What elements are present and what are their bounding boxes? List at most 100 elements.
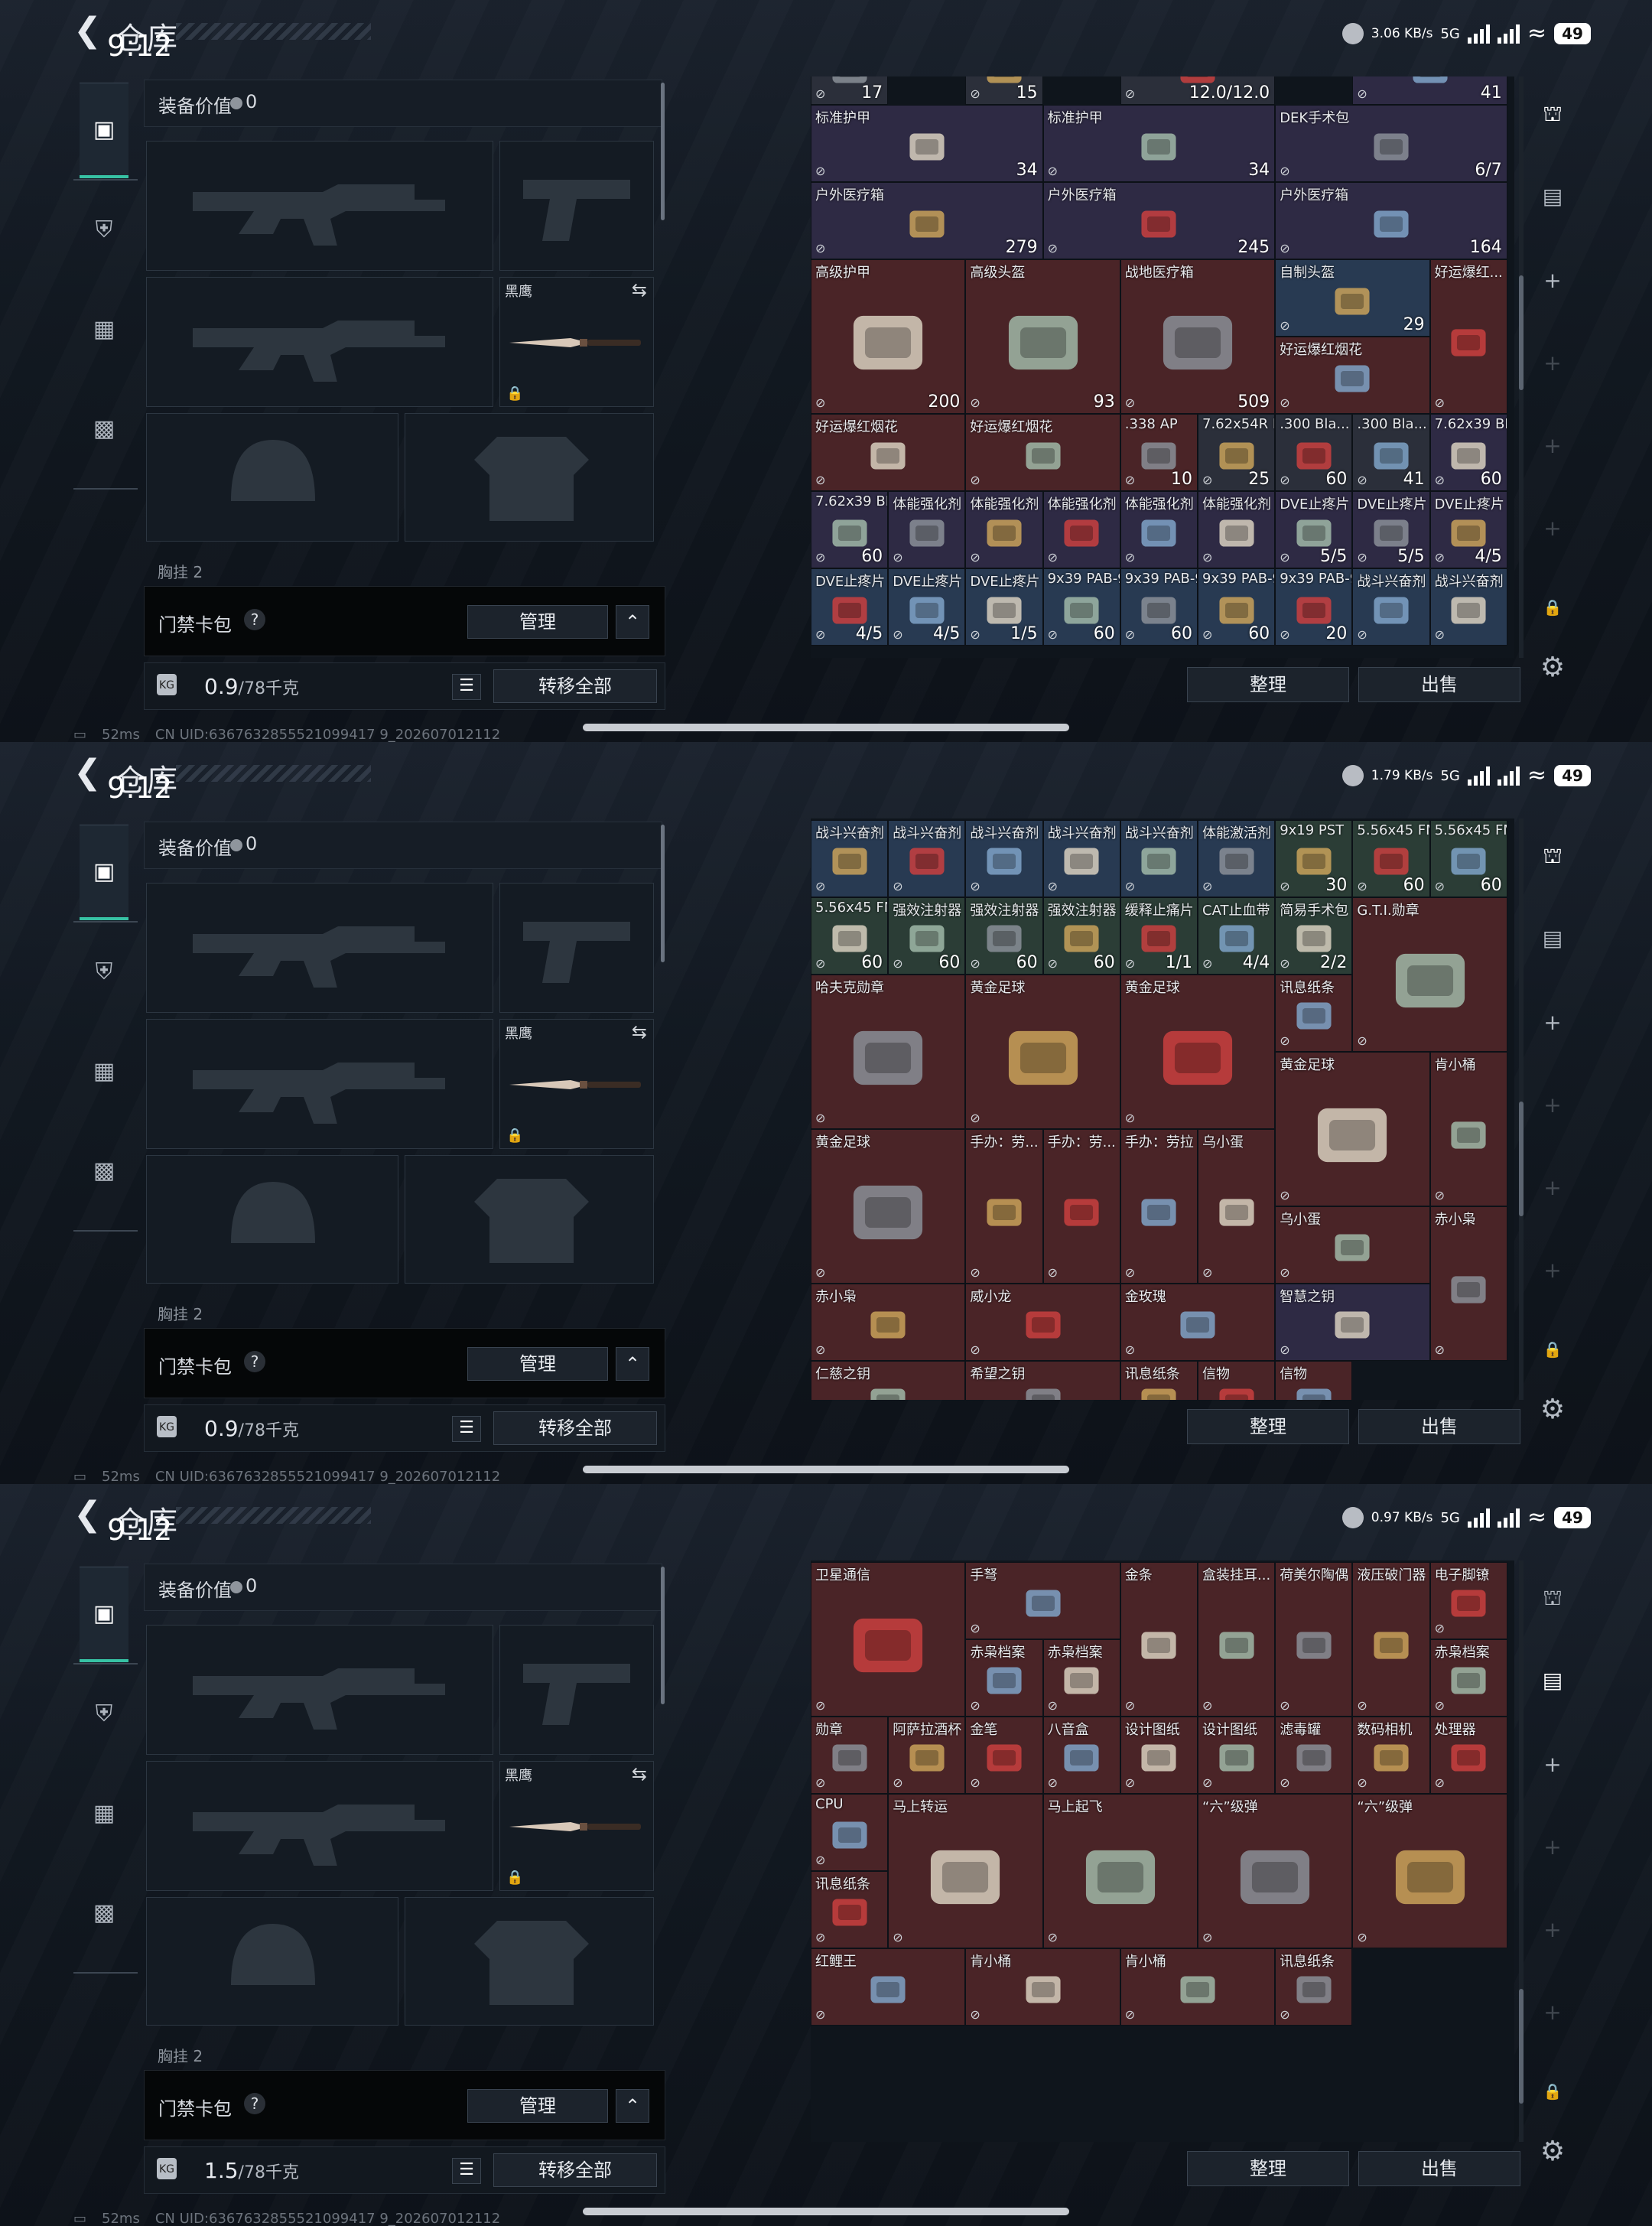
inventory-item[interactable]: 黄金足球 ⊘ xyxy=(965,975,1120,1129)
inventory-item[interactable]: 赤枭档案 ⊘ xyxy=(1042,1639,1120,1717)
secondary-weapon-slot[interactable] xyxy=(146,277,493,407)
tab-vest[interactable]: ▦ xyxy=(80,1767,128,1859)
warehouse-4-icon[interactable]: ▤ xyxy=(1530,1668,1576,1693)
inventory-item[interactable]: 肯小桶 ⊘ xyxy=(1429,1052,1507,1206)
tab-armor[interactable]: ⛨ xyxy=(80,1668,128,1759)
inventory-item[interactable]: 黄金足球 ⊘ xyxy=(1120,975,1276,1129)
inventory-item[interactable]: 液压破门器 ⊘ xyxy=(1352,1562,1430,1717)
melee-slot[interactable]: 黑鹰 ⇆ 🔒 xyxy=(499,277,654,407)
inventory-item[interactable]: 战斗兴奋剂 ⊘ xyxy=(965,820,1043,897)
inventory-item[interactable]: 信物⊘ xyxy=(1198,1361,1276,1400)
inventory-item[interactable]: 9x39 PAB-9 ⊘ 60 xyxy=(1120,568,1198,646)
inventory-item[interactable]: 哈夫克勋章 ⊘ xyxy=(811,975,966,1129)
inventory-item[interactable]: 9x39 PAB-9 ⊘ 20 xyxy=(1275,568,1353,646)
sell-button[interactable]: 出售 xyxy=(1358,2151,1520,2186)
inventory-item[interactable]: 战斗兴奋剂 ⊘ xyxy=(888,820,966,897)
tab-backpack[interactable]: ▩ xyxy=(80,1124,128,1216)
inventory-item[interactable]: DVE止疼片 ⊘ 4/5 xyxy=(888,568,966,646)
inventory-item[interactable]: 好运爆红烟花 ⊘ xyxy=(811,414,966,492)
tab-vest[interactable]: ▦ xyxy=(80,283,128,375)
inventory-item[interactable]: 八音盒 ⊘ xyxy=(1042,1717,1120,1794)
warehouse-4-icon[interactable]: ▤ xyxy=(1530,926,1576,951)
inventory-item[interactable]: 标准护甲 ⊘ 34 xyxy=(1042,105,1276,183)
inventory-item[interactable]: 马上起飞 ⊘ xyxy=(1042,1794,1198,1948)
inventory-item[interactable]: 手办：劳拉 ⊘ xyxy=(1120,1129,1198,1284)
inventory-item[interactable]: 乌小蛋 ⊘ xyxy=(1198,1129,1276,1284)
melee-slot[interactable]: 黑鹰 ⇆ 🔒 xyxy=(499,1019,654,1149)
inventory-item[interactable]: 户外医疗箱 ⊘ 279 xyxy=(811,182,1043,260)
sort-button[interactable]: 整理 xyxy=(1187,2151,1349,2186)
inventory-item[interactable]: 讯息纸条⊘ xyxy=(1275,975,1353,1052)
inventory-item[interactable]: 阿萨拉酒杯 ⊘ xyxy=(888,1717,966,1794)
inventory-item[interactable]: 战斗兴奋剂 ⊘ xyxy=(1352,568,1430,646)
inventory-item[interactable]: 5.56x45 FMJ ⊘ 60 xyxy=(811,897,889,975)
inventory-item[interactable]: 简易手术包 ⊘ 2/2 xyxy=(1275,897,1353,975)
inventory-item[interactable]: 金笔 ⊘ xyxy=(965,1717,1043,1794)
inventory-item[interactable]: CPU ⊘ xyxy=(811,1794,889,1871)
inventory-item[interactable]: 体能激活剂 ⊘ xyxy=(1198,820,1276,897)
inventory-item[interactable]: 战斗兴奋剂 ⊘ xyxy=(811,820,889,897)
inventory-scrollbar[interactable] xyxy=(1519,818,1524,1400)
chevron-up-icon[interactable]: ⌃ xyxy=(616,1347,649,1381)
equip-scrollbar[interactable] xyxy=(661,825,665,962)
gear-icon[interactable]: ⚙ xyxy=(1530,1394,1576,1425)
helmet-slot[interactable] xyxy=(146,1155,398,1284)
sort-button[interactable]: 整理 xyxy=(1187,667,1349,702)
inventory-item[interactable]: 盒装挂耳... ⊘ xyxy=(1198,1562,1276,1717)
help-icon[interactable]: ? xyxy=(244,609,265,630)
help-icon[interactable]: ? xyxy=(244,2093,265,2114)
inventory-item[interactable]: 讯息纸条⊘ xyxy=(1120,1361,1198,1400)
inventory-scrollbar[interactable] xyxy=(1519,1560,1524,2142)
inventory-item[interactable]: 战地医疗箱 ⊘ 509 xyxy=(1120,259,1276,415)
tab-vest[interactable]: ▦ xyxy=(80,1025,128,1117)
inventory-item[interactable]: 高级护甲 ⊘ 200 xyxy=(811,259,966,415)
manage-button[interactable]: 管理 xyxy=(467,2089,608,2123)
inventory-item[interactable]: 户外医疗箱 ⊘ 245 xyxy=(1042,182,1276,260)
inventory-item[interactable]: 荷美尔陶偶 ⊘ xyxy=(1275,1562,1353,1717)
inventory-item[interactable]: 强效注射器 ⊘ 60 xyxy=(888,897,966,975)
inventory-item[interactable]: 金玫瑰 ⊘ xyxy=(1120,1284,1276,1361)
inventory-item[interactable]: 9x39 PAB-9 ⊘ 60 xyxy=(1042,568,1120,646)
inventory-item[interactable]: 自制头盔 ⊘ 29 xyxy=(1275,259,1430,337)
inventory-item[interactable]: 赤枭档案 ⊘ xyxy=(1429,1639,1507,1717)
sell-button[interactable]: 出售 xyxy=(1358,1409,1520,1444)
secondary-weapon-slot[interactable] xyxy=(146,1761,493,1891)
inventory-item[interactable]: 希望之钥⊘ xyxy=(965,1361,1120,1400)
inventory-item[interactable]: 手办：劳... ⊘ xyxy=(1042,1129,1120,1284)
inventory-item[interactable]: 5.56x45 FMJ ⊘ 60 xyxy=(1352,820,1430,897)
transfer-all-button[interactable]: 转移全部 xyxy=(493,1411,657,1445)
inventory-item[interactable]: 处理器 ⊘ xyxy=(1429,1717,1507,1794)
swap-icon[interactable]: ⇆ xyxy=(632,279,647,301)
warehouse-4-icon[interactable]: ▤ xyxy=(1530,184,1576,209)
inventory-item[interactable]: 标准护甲 ⊘ 34 xyxy=(811,105,1043,183)
inventory-item[interactable]: 智慧之钥 ⊘ xyxy=(1275,1284,1430,1361)
inventory-item[interactable]: 战斗兴奋剂 ⊘ xyxy=(1429,568,1507,646)
manage-button[interactable]: 管理 xyxy=(467,605,608,639)
tab-armor[interactable]: ⛨ xyxy=(80,184,128,275)
tab-backpack[interactable]: ▩ xyxy=(80,1866,128,1958)
back-arrow-icon[interactable]: ❮ xyxy=(73,1498,104,1531)
add-icon[interactable]: + xyxy=(1530,268,1576,293)
inventory-item[interactable]: 体能强化剂 ⊘ xyxy=(888,491,966,569)
primary-weapon-slot[interactable] xyxy=(146,883,493,1013)
inventory-item[interactable]: ⊘ 41 xyxy=(1352,76,1507,106)
inventory-item[interactable]: 战斗兴奋剂 ⊘ xyxy=(1120,820,1198,897)
inventory-item[interactable]: 讯息纸条⊘ xyxy=(811,1871,889,1948)
chevron-up-icon[interactable]: ⌃ xyxy=(616,605,649,639)
inventory-item[interactable]: 9x39 PAB-9 ⊘ 60 xyxy=(1198,568,1276,646)
add-icon[interactable]: + xyxy=(1530,1752,1576,1777)
inventory-item[interactable]: DVE止疼片 ⊘ 5/5 xyxy=(1352,491,1430,569)
inventory-item[interactable]: 体能强化剂 ⊘ xyxy=(1198,491,1276,569)
inventory-item[interactable]: 户外医疗箱 ⊘ 164 xyxy=(1275,182,1507,260)
home-indicator[interactable] xyxy=(583,724,1069,731)
helmet-slot[interactable] xyxy=(146,413,398,542)
secondary-weapon-slot[interactable] xyxy=(146,1019,493,1149)
inventory-item[interactable]: 黄金足球 ⊘ xyxy=(811,1129,966,1284)
home-indicator[interactable] xyxy=(583,1466,1069,1473)
inventory-item[interactable]: 7.62x39 BP ⊘ 60 xyxy=(1429,414,1507,492)
inventory-item[interactable]: 电子脚镣 ⊘ xyxy=(1429,1562,1507,1639)
pistol-slot[interactable] xyxy=(499,141,654,271)
inventory-item[interactable]: 赤小枭 ⊘ xyxy=(811,1284,966,1361)
inventory-item[interactable]: DVE止疼片 ⊘ 4/5 xyxy=(811,568,889,646)
armor-slot[interactable] xyxy=(405,1897,654,2026)
